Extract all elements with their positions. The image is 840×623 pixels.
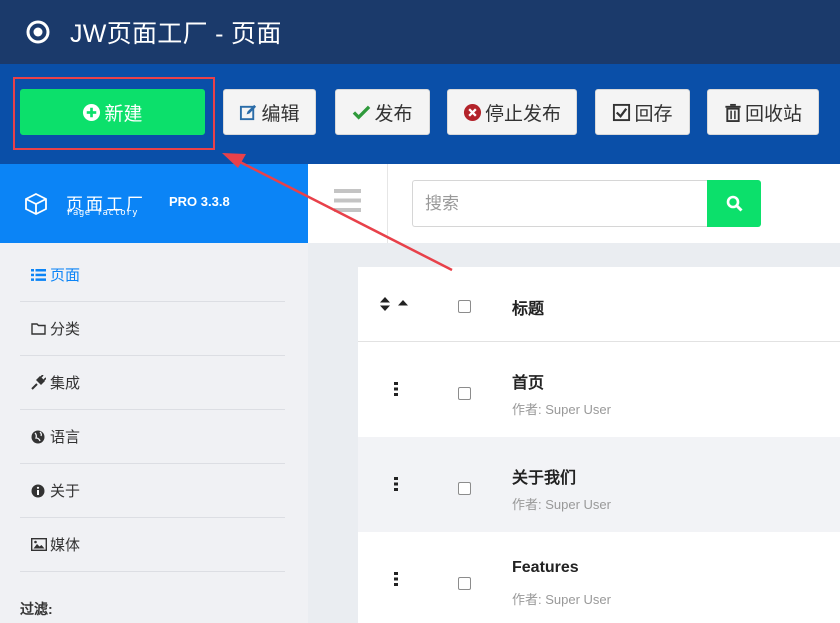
sidebar-item-categories[interactable]: 分类 [20,302,285,356]
row-checkbox[interactable] [458,577,471,590]
globe-icon [20,430,50,444]
title-bar: JW页面工厂 - 页面 [0,0,840,64]
brand-version: PRO 3.3.8 [169,194,230,209]
new-button[interactable]: 新建 [20,89,205,135]
plus-circle-icon [83,103,101,121]
sidebar-item-label: 分类 [50,321,81,338]
trash-button-label: 回收站 [744,103,802,125]
pages-table: 标题 首页 作者: Super User 关于我们 作者: Super User… [358,267,840,623]
image-icon [20,538,50,551]
filter-label: 过滤: [20,601,53,617]
select-all-checkbox[interactable] [458,300,471,313]
toolbar: 新建 编辑 发布 停止发布 回存 回收站 [0,64,840,164]
check-square-icon [613,103,631,121]
row-author: 作者: Super User [512,592,611,607]
sidebar-item-languages[interactable]: 语言 [20,410,285,464]
search-input[interactable] [412,180,708,227]
sort-asc-icon[interactable] [398,299,408,307]
brand-panel: 页面工厂 Page factory PRO 3.3.8 [0,164,308,243]
sidebar-item-label: 关于 [50,483,81,500]
unpublish-button[interactable]: 停止发布 [447,89,577,135]
brand-subtitle: Page factory [67,208,139,218]
app-title: JW页面工厂 - 页面 [70,20,282,48]
publish-button[interactable]: 发布 [335,89,430,135]
edit-button[interactable]: 编辑 [223,89,316,135]
search-bar [308,164,840,243]
sidebar-item-integrations[interactable]: 集成 [20,356,285,410]
page-title-link[interactable]: 关于我们 [512,464,576,488]
row-checkbox[interactable] [458,387,471,400]
page-title-link[interactable]: Features [512,559,579,577]
row-author: 作者: Super User [512,497,611,512]
edit-icon [240,104,257,120]
trash-icon [725,103,741,122]
info-icon [20,484,50,498]
table-row: 关于我们 作者: Super User [358,437,840,532]
sidebar-item-label: 集成 [50,375,81,392]
drag-handle-icon[interactable] [394,477,398,491]
list-icon [20,268,50,281]
folder-icon [20,322,50,335]
table-header: 标题 [358,267,840,342]
new-button-label: 新建 [104,103,143,125]
sidebar-item-label: 媒体 [50,537,81,554]
sidebar: 页面工厂 Page factory PRO 3.3.8 页面 分类 集成 语言 … [0,164,308,623]
sidebar-item-label: 页面 [50,267,81,284]
column-title: 标题 [512,301,545,318]
menu-toggle-icon[interactable] [334,189,361,212]
drag-handle-icon[interactable] [394,572,398,586]
sidebar-item-pages[interactable]: 页面 [20,248,285,302]
sort-controls[interactable] [380,297,408,311]
unpublish-button-label: 停止发布 [484,103,561,125]
sidebar-item-media[interactable]: 媒体 [20,518,285,572]
trash-button[interactable]: 回收站 [707,89,819,135]
sidebar-item-label: 语言 [50,429,81,446]
search-button[interactable] [707,180,761,227]
target-logo-icon [26,20,50,44]
check-icon [353,105,371,120]
publish-button-label: 发布 [374,103,413,125]
row-checkbox[interactable] [458,482,471,495]
divider [387,164,388,243]
edit-button-label: 编辑 [261,103,300,125]
row-author: 作者: Super User [512,402,611,417]
cube-icon [25,192,47,216]
archive-button[interactable]: 回存 [595,89,690,135]
plug-icon [20,375,50,390]
page-title-link[interactable]: 首页 [512,369,544,393]
sidebar-item-about[interactable]: 关于 [20,464,285,518]
table-row: Features 作者: Super User [358,532,840,623]
times-circle-icon [463,103,482,121]
drag-handle-icon[interactable] [394,382,398,396]
search-icon [726,195,743,212]
archive-button-label: 回存 [634,103,673,125]
table-row: 首页 作者: Super User [358,342,840,437]
sort-icon[interactable] [380,297,390,311]
